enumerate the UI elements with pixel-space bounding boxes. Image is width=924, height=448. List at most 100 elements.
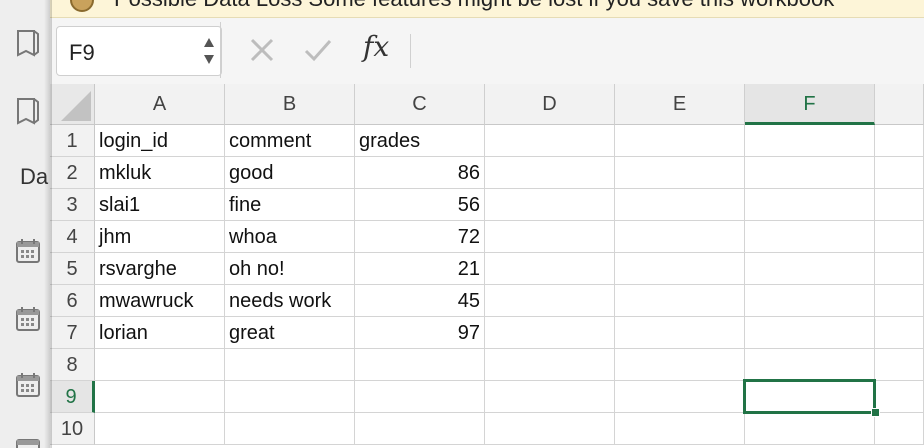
cell-f2[interactable]: [745, 157, 875, 189]
cell-c7[interactable]: 97: [355, 317, 485, 349]
cell-d10[interactable]: [485, 413, 615, 445]
cell-f10[interactable]: [745, 413, 875, 445]
cell-e5[interactable]: [615, 253, 745, 285]
row-header-10[interactable]: 10: [50, 413, 95, 445]
fill-handle[interactable]: [871, 408, 880, 417]
cell-d2[interactable]: [485, 157, 615, 189]
formula-bar-divider: [410, 34, 411, 68]
select-all-button[interactable]: [50, 84, 95, 125]
cell-a9[interactable]: [95, 381, 225, 413]
cell-b7[interactable]: great: [225, 317, 355, 349]
banner-message: Possible Data Loss Some features might b…: [114, 0, 834, 12]
fx-icon[interactable]: fx: [363, 30, 389, 63]
cell-f8[interactable]: [745, 349, 875, 381]
spreadsheet-window: Da Possible Data Loss: [0, 0, 924, 448]
cell-d1[interactable]: [485, 125, 615, 157]
cell-c1[interactable]: grades: [355, 125, 485, 157]
cell-f1[interactable]: [745, 125, 875, 157]
cell-filler: [875, 189, 924, 221]
cell-a1[interactable]: login_id: [95, 125, 225, 157]
x-icon[interactable]: [246, 34, 278, 66]
cell-d8[interactable]: [485, 349, 615, 381]
cell-d6[interactable]: [485, 285, 615, 317]
row-header-7[interactable]: 7: [50, 317, 95, 349]
cell-e9[interactable]: [615, 381, 745, 413]
cell-e3[interactable]: [615, 189, 745, 221]
calendar-icon[interactable]: [14, 236, 42, 266]
cell-filler: [875, 125, 924, 157]
cell-a8[interactable]: [95, 349, 225, 381]
cell-filler: [875, 157, 924, 189]
cell-d3[interactable]: [485, 189, 615, 221]
column-header-b[interactable]: B: [225, 84, 355, 125]
cell-a3[interactable]: slai1: [95, 189, 225, 221]
cell-d4[interactable]: [485, 221, 615, 253]
cell-b4[interactable]: whoa: [225, 221, 355, 253]
cell-f3[interactable]: [745, 189, 875, 221]
cell-c5[interactable]: 21: [355, 253, 485, 285]
row-header-8[interactable]: 8: [50, 349, 95, 381]
row-header-6[interactable]: 6: [50, 285, 95, 317]
file-icon[interactable]: [14, 96, 42, 126]
file-icon[interactable]: [14, 28, 42, 58]
column-header-d[interactable]: D: [485, 84, 615, 125]
cell-f5[interactable]: [745, 253, 875, 285]
column-header-f[interactable]: F: [745, 84, 875, 125]
cell-c9[interactable]: [355, 381, 485, 413]
cell-b6[interactable]: needs work: [225, 285, 355, 317]
calendar-icon[interactable]: [14, 434, 42, 448]
spinner-arrows-icon[interactable]: [203, 35, 215, 67]
column-header-filler: [875, 84, 924, 125]
column-header-e[interactable]: E: [615, 84, 745, 125]
cell-c4[interactable]: 72: [355, 221, 485, 253]
column-header-c[interactable]: C: [355, 84, 485, 125]
row-header-2[interactable]: 2: [50, 157, 95, 189]
cell-a2[interactable]: mkluk: [95, 157, 225, 189]
cell-e7[interactable]: [615, 317, 745, 349]
name-box[interactable]: F9: [56, 26, 222, 76]
cell-e6[interactable]: [615, 285, 745, 317]
cell-filler: [875, 381, 924, 413]
cell-a5[interactable]: rsvarghe: [95, 253, 225, 285]
cell-d7[interactable]: [485, 317, 615, 349]
cell-d9[interactable]: [485, 381, 615, 413]
cell-c2[interactable]: 86: [355, 157, 485, 189]
cell-e4[interactable]: [615, 221, 745, 253]
cell-e10[interactable]: [615, 413, 745, 445]
formula-input[interactable]: [420, 26, 924, 76]
cell-f7[interactable]: [745, 317, 875, 349]
sheet-grid[interactable]: A B C D E F 1 login_id comment grades 2 mkluk good 86…: [50, 84, 924, 448]
row-header-1[interactable]: 1: [50, 125, 95, 157]
cell-b5[interactable]: oh no!: [225, 253, 355, 285]
cell-c3[interactable]: 56: [355, 189, 485, 221]
cell-f9[interactable]: [745, 381, 875, 413]
cell-b1[interactable]: comment: [225, 125, 355, 157]
cell-c8[interactable]: [355, 349, 485, 381]
cell-c6[interactable]: 45: [355, 285, 485, 317]
cell-b3[interactable]: fine: [225, 189, 355, 221]
calendar-icon[interactable]: [14, 304, 42, 334]
row-header-4[interactable]: 4: [50, 221, 95, 253]
cell-e2[interactable]: [615, 157, 745, 189]
cell-b9[interactable]: [225, 381, 355, 413]
cell-f6[interactable]: [745, 285, 875, 317]
cell-filler: [875, 221, 924, 253]
row-header-9[interactable]: 9: [50, 381, 95, 413]
cell-b8[interactable]: [225, 349, 355, 381]
cell-a6[interactable]: mwawruck: [95, 285, 225, 317]
calendar-icon[interactable]: [14, 370, 42, 400]
cell-b10[interactable]: [225, 413, 355, 445]
cell-f4[interactable]: [745, 221, 875, 253]
row-header-5[interactable]: 5: [50, 253, 95, 285]
cell-a4[interactable]: jhm: [95, 221, 225, 253]
cell-e1[interactable]: [615, 125, 745, 157]
row-header-3[interactable]: 3: [50, 189, 95, 221]
cell-d5[interactable]: [485, 253, 615, 285]
cell-a10[interactable]: [95, 413, 225, 445]
column-header-a[interactable]: A: [95, 84, 225, 125]
check-icon[interactable]: [302, 34, 334, 66]
cell-a7[interactable]: lorian: [95, 317, 225, 349]
cell-b2[interactable]: good: [225, 157, 355, 189]
cell-e8[interactable]: [615, 349, 745, 381]
cell-c10[interactable]: [355, 413, 485, 445]
